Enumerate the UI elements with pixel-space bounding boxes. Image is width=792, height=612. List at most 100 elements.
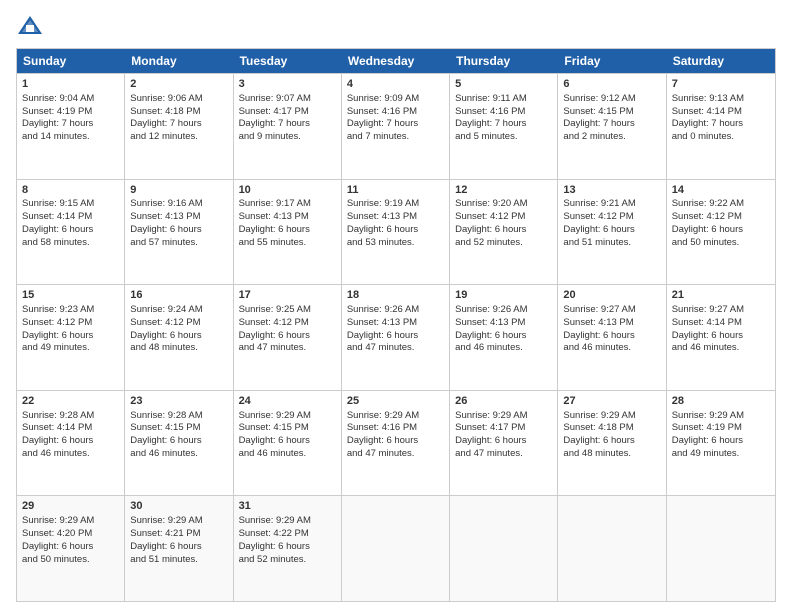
day-info: Sunrise: 9:29 AM bbox=[130, 515, 202, 526]
day-cell-30: 30Sunrise: 9:29 AMSunset: 4:21 PMDayligh… bbox=[125, 496, 233, 601]
day-number: 25 bbox=[347, 394, 444, 409]
day-info: Daylight: 6 hours bbox=[455, 224, 526, 235]
day-info: Sunrise: 9:04 AM bbox=[22, 93, 94, 104]
day-info: Sunset: 4:13 PM bbox=[130, 211, 200, 222]
day-number: 11 bbox=[347, 183, 444, 198]
day-cell-17: 17Sunrise: 9:25 AMSunset: 4:12 PMDayligh… bbox=[234, 285, 342, 390]
day-number: 29 bbox=[22, 499, 119, 514]
day-info: Daylight: 6 hours bbox=[22, 541, 93, 552]
day-info: Sunset: 4:12 PM bbox=[239, 317, 309, 328]
day-number: 3 bbox=[239, 77, 336, 92]
day-info: and 0 minutes. bbox=[672, 131, 734, 142]
day-info: Daylight: 6 hours bbox=[672, 435, 743, 446]
day-cell-10: 10Sunrise: 9:17 AMSunset: 4:13 PMDayligh… bbox=[234, 180, 342, 285]
day-info: Daylight: 6 hours bbox=[455, 435, 526, 446]
day-info: and 51 minutes. bbox=[563, 237, 631, 248]
day-number: 20 bbox=[563, 288, 660, 303]
empty-cell bbox=[558, 496, 666, 601]
day-number: 1 bbox=[22, 77, 119, 92]
day-number: 26 bbox=[455, 394, 552, 409]
day-number: 31 bbox=[239, 499, 336, 514]
day-info: Sunrise: 9:29 AM bbox=[672, 410, 744, 421]
day-info: Sunset: 4:13 PM bbox=[563, 317, 633, 328]
day-info: Sunrise: 9:20 AM bbox=[455, 198, 527, 209]
day-info: Sunset: 4:22 PM bbox=[239, 528, 309, 539]
day-info: Sunset: 4:14 PM bbox=[22, 422, 92, 433]
day-info: Sunset: 4:13 PM bbox=[347, 317, 417, 328]
day-info: Sunrise: 9:29 AM bbox=[347, 410, 419, 421]
header-day-tuesday: Tuesday bbox=[234, 49, 342, 73]
day-info: Daylight: 6 hours bbox=[347, 435, 418, 446]
day-number: 10 bbox=[239, 183, 336, 198]
calendar-week-1: 1Sunrise: 9:04 AMSunset: 4:19 PMDaylight… bbox=[17, 73, 775, 179]
calendar-week-4: 22Sunrise: 9:28 AMSunset: 4:14 PMDayligh… bbox=[17, 390, 775, 496]
day-info: Sunrise: 9:16 AM bbox=[130, 198, 202, 209]
day-number: 17 bbox=[239, 288, 336, 303]
day-info: and 46 minutes. bbox=[22, 448, 90, 459]
day-info: and 53 minutes. bbox=[347, 237, 415, 248]
day-info: Sunrise: 9:24 AM bbox=[130, 304, 202, 315]
day-info: Daylight: 6 hours bbox=[672, 330, 743, 341]
day-info: Sunrise: 9:15 AM bbox=[22, 198, 94, 209]
day-info: Daylight: 6 hours bbox=[239, 330, 310, 341]
day-number: 18 bbox=[347, 288, 444, 303]
day-number: 8 bbox=[22, 183, 119, 198]
day-info: Sunset: 4:20 PM bbox=[22, 528, 92, 539]
header-day-thursday: Thursday bbox=[450, 49, 558, 73]
day-info: Sunrise: 9:23 AM bbox=[22, 304, 94, 315]
day-cell-7: 7Sunrise: 9:13 AMSunset: 4:14 PMDaylight… bbox=[667, 74, 775, 179]
day-cell-2: 2Sunrise: 9:06 AMSunset: 4:18 PMDaylight… bbox=[125, 74, 233, 179]
day-info: Sunset: 4:19 PM bbox=[672, 422, 742, 433]
day-cell-23: 23Sunrise: 9:28 AMSunset: 4:15 PMDayligh… bbox=[125, 391, 233, 496]
day-info: Daylight: 6 hours bbox=[130, 224, 201, 235]
day-info: and 50 minutes. bbox=[22, 554, 90, 565]
day-info: Sunrise: 9:28 AM bbox=[130, 410, 202, 421]
day-info: and 52 minutes. bbox=[455, 237, 523, 248]
day-info: and 14 minutes. bbox=[22, 131, 90, 142]
calendar-week-5: 29 Sunrise: 9:29 AM Sunset: 4:20 PM Dayligh… bbox=[17, 495, 775, 601]
calendar: SundayMondayTuesdayWednesdayThursdayFrid… bbox=[16, 48, 776, 602]
day-info: and 46 minutes. bbox=[130, 448, 198, 459]
day-info: and 55 minutes. bbox=[239, 237, 307, 248]
day-cell-28: 28Sunrise: 9:29 AMSunset: 4:19 PMDayligh… bbox=[667, 391, 775, 496]
logo bbox=[16, 12, 48, 40]
day-info: Daylight: 6 hours bbox=[563, 330, 634, 341]
day-cell-21: 21Sunrise: 9:27 AMSunset: 4:14 PMDayligh… bbox=[667, 285, 775, 390]
day-info: Sunrise: 9:22 AM bbox=[672, 198, 744, 209]
day-info: Daylight: 7 hours bbox=[130, 118, 201, 129]
day-info: Sunset: 4:13 PM bbox=[455, 317, 525, 328]
empty-cell bbox=[450, 496, 558, 601]
day-info: Sunset: 4:18 PM bbox=[563, 422, 633, 433]
day-info: Sunset: 4:21 PM bbox=[130, 528, 200, 539]
day-number: 12 bbox=[455, 183, 552, 198]
day-cell-26: 26Sunrise: 9:29 AMSunset: 4:17 PMDayligh… bbox=[450, 391, 558, 496]
day-number: 5 bbox=[455, 77, 552, 92]
day-number: 15 bbox=[22, 288, 119, 303]
day-info: Sunrise: 9:21 AM bbox=[563, 198, 635, 209]
day-number: 6 bbox=[563, 77, 660, 92]
day-number: 24 bbox=[239, 394, 336, 409]
day-info: Sunset: 4:16 PM bbox=[347, 106, 417, 117]
day-info: and 9 minutes. bbox=[239, 131, 301, 142]
day-cell-19: 19Sunrise: 9:26 AMSunset: 4:13 PMDayligh… bbox=[450, 285, 558, 390]
day-info: Daylight: 6 hours bbox=[239, 541, 310, 552]
day-info: Sunrise: 9:27 AM bbox=[672, 304, 744, 315]
day-info: Daylight: 7 hours bbox=[22, 118, 93, 129]
day-info: Sunset: 4:19 PM bbox=[22, 106, 92, 117]
day-number: 7 bbox=[672, 77, 770, 92]
day-cell-9: 9Sunrise: 9:16 AMSunset: 4:13 PMDaylight… bbox=[125, 180, 233, 285]
day-number: 14 bbox=[672, 183, 770, 198]
day-info: and 49 minutes. bbox=[22, 342, 90, 353]
day-cell-14: 14Sunrise: 9:22 AMSunset: 4:12 PMDayligh… bbox=[667, 180, 775, 285]
day-cell-27: 27Sunrise: 9:29 AMSunset: 4:18 PMDayligh… bbox=[558, 391, 666, 496]
day-info: and 46 minutes. bbox=[455, 342, 523, 353]
day-number: 21 bbox=[672, 288, 770, 303]
calendar-body: 1Sunrise: 9:04 AMSunset: 4:19 PMDaylight… bbox=[17, 73, 775, 601]
day-info: Daylight: 6 hours bbox=[347, 224, 418, 235]
day-info: Daylight: 7 hours bbox=[455, 118, 526, 129]
header-day-sunday: Sunday bbox=[17, 49, 125, 73]
day-info: Daylight: 6 hours bbox=[672, 224, 743, 235]
day-info: Sunset: 4:12 PM bbox=[563, 211, 633, 222]
day-info: Daylight: 6 hours bbox=[130, 541, 201, 552]
day-cell-3: 3Sunrise: 9:07 AMSunset: 4:17 PMDaylight… bbox=[234, 74, 342, 179]
